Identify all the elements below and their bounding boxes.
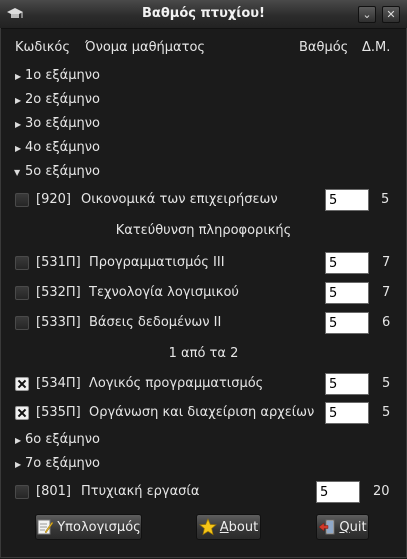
course-ects: 5 [382,376,391,391]
course-name: Οργάνωση και διαχείριση αρχείων [89,405,315,420]
expander-collapsed-icon[interactable]: ▶ [15,436,21,445]
course-ects: 20 [373,484,390,499]
course-code: [533Π] [36,315,81,330]
course-checkbox-534[interactable] [15,377,29,391]
course-checkbox-920[interactable] [15,193,29,207]
header-ects[interactable]: Δ.Μ. [362,40,390,55]
expander-collapsed-icon[interactable]: ▶ [15,120,21,129]
expander-collapsed-icon[interactable]: ▶ [15,144,21,153]
window-title: Βαθμός πτυχίου! [142,6,265,21]
expander-collapsed-icon[interactable]: ▶ [15,460,21,469]
minimize-button[interactable]: ⌄ [358,6,376,23]
course-code: [920] [36,192,71,207]
grade-input-920[interactable]: 5 [325,189,369,211]
close-button[interactable]: ✕ [382,6,400,23]
quit-button-label: Quit [339,519,367,535]
course-code: [535Π] [36,405,81,420]
about-button-label: About [219,519,259,535]
course-name: Πτυχιακή εργασία [81,484,200,499]
grade-input-534[interactable]: 5 [325,373,369,395]
course-ects: 5 [381,192,390,207]
semester-1-label[interactable]: 1ο εξάμηνο [25,68,100,83]
semester-5-label[interactable]: 5ο εξάμηνο [25,164,100,179]
star-icon [198,518,217,536]
quit-button[interactable]: Quit [316,514,369,540]
grade-input-531[interactable]: 5 [325,252,369,274]
grade-input-532[interactable]: 5 [325,282,369,304]
edit-document-icon [37,519,54,535]
expander-collapsed-icon[interactable]: ▶ [15,96,21,105]
course-ects: 5 [382,405,391,420]
semester-2-label[interactable]: 2ο εξάμηνο [25,92,100,107]
section-choice-label: 1 από τα 2 [168,346,239,361]
course-checkbox-531[interactable] [15,256,29,270]
course-name: Βάσεις δεδομένων ΙΙ [89,315,222,330]
header-name[interactable]: Όνομα μαθήματος [85,40,205,55]
grade-input-535[interactable]: 5 [325,402,369,424]
calculate-button[interactable]: Υπολογισμός [35,514,142,540]
section-direction-label: Κατεύθυνση πληροφορικής [115,223,292,238]
semester-4-label[interactable]: 4ο εξάμηνο [25,140,100,155]
course-name: Προγραμματισμός ΙΙΙ [89,255,225,270]
course-code: [532Π] [36,285,81,300]
header-code[interactable]: Κωδικός [15,40,70,55]
course-checkbox-532[interactable] [15,286,29,300]
semester-6-label[interactable]: 6ο εξάμηνο [25,432,100,447]
course-code: [534Π] [36,376,81,391]
course-ects: 7 [382,255,391,270]
grade-input-801[interactable]: 5 [316,481,360,503]
title-bar[interactable]: Βαθμός πτυχίου! ⌄ ✕ [0,0,407,29]
course-checkbox-533[interactable] [15,316,29,330]
course-code: [801] [36,484,71,499]
expander-expanded-icon[interactable]: ▼ [14,168,20,177]
course-name: Λογικός προγραμματισμός [89,376,264,391]
semester-3-label[interactable]: 3ο εξάμηνο [25,116,100,131]
expander-collapsed-icon[interactable]: ▶ [15,72,21,81]
course-name: Οικονομικά των επιχειρήσεων [81,192,278,207]
course-ects: 7 [382,285,391,300]
course-checkbox-801[interactable] [15,485,29,499]
course-checkbox-535[interactable] [15,406,29,420]
grade-input-533[interactable]: 5 [325,312,369,334]
semester-7-label[interactable]: 7ο εξάμηνο [25,456,100,471]
course-name: Τεχνολογία λογισμικού [89,285,239,300]
header-grade[interactable]: Βαθμός [299,40,348,55]
exit-door-icon [319,519,335,535]
about-button[interactable]: About [196,514,261,540]
course-ects: 6 [382,315,391,330]
calculate-button-label: Υπολογισμός [57,519,141,535]
course-code: [531Π] [36,255,81,270]
